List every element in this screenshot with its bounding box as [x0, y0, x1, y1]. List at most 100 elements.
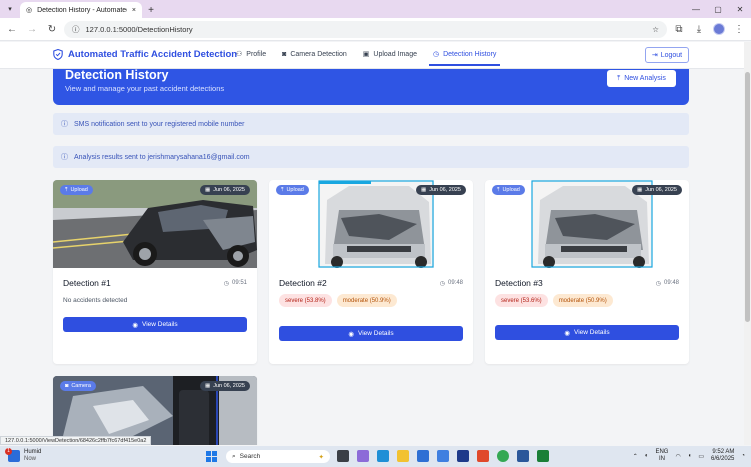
nav-detection-history[interactable]: ◷ Detection History [428, 50, 501, 66]
source-badge-label: Upload [286, 187, 304, 193]
taskbar-search[interactable]: ⌕ Search ✦ [226, 450, 330, 463]
weather-widget[interactable]: 1 Humid Now [5, 448, 41, 463]
source-badge: ◙ Camera [60, 381, 96, 391]
severity-tag-moderate: moderate (50.9%) [552, 294, 613, 307]
extensions-icon[interactable]: ⧉ [671, 21, 687, 37]
weather-time: Now [24, 456, 37, 462]
meet-now-icon[interactable]: ◐ [645, 453, 649, 459]
view-details-button[interactable]: ◉ View Details [495, 325, 679, 340]
card-header: Detection #1 ◷ 09:51 [53, 278, 257, 288]
minimize-icon[interactable]: — [685, 0, 707, 18]
severity-tags: severe (53.6%) moderate (50.9%) [485, 294, 689, 307]
browser-menu-icon[interactable]: ⋮ [731, 21, 747, 37]
pycharm-icon[interactable] [537, 450, 549, 462]
browser-tab[interactable]: ◎ Detection History - Automated × [20, 2, 142, 18]
source-badge: ⤒ Upload [276, 185, 309, 195]
detection-card-4: ◙ Camera ▦ Jun 06, 2025 [53, 376, 257, 445]
store-icon[interactable] [437, 450, 449, 462]
view-details-label: View Details [574, 329, 610, 336]
upload-icon: ⤒ [497, 186, 500, 193]
view-details-button[interactable]: ◉ View Details [279, 326, 463, 341]
app-icon[interactable] [457, 450, 469, 462]
copilot-icon[interactable] [357, 450, 369, 462]
severity-tag-severe: severe (53.8%) [279, 294, 332, 307]
brand[interactable]: Automated Traffic Accident Detection [53, 49, 237, 60]
source-badge-label: Upload [502, 187, 520, 193]
nav-camera-detection[interactable]: ◙ Camera Detection [282, 50, 347, 58]
detection-thumbnail[interactable]: ◙ Camera ▦ Jun 06, 2025 [53, 376, 257, 445]
detection-thumbnail[interactable]: ⤒ Upload ▦ Jun 06, 2025 [53, 180, 257, 268]
tab-menu-icon[interactable]: ▾ [0, 0, 20, 18]
task-view-icon[interactable] [337, 450, 349, 462]
file-explorer-icon[interactable] [397, 450, 409, 462]
edge-icon[interactable] [377, 450, 389, 462]
new-analysis-button[interactable]: ⤒ New Analysis [607, 70, 676, 87]
source-badge: ⤒ Upload [60, 185, 93, 195]
start-button[interactable] [206, 451, 217, 462]
region-code: IN [658, 456, 665, 462]
detection-thumbnail[interactable]: ⤒ Upload ▦ Jun 06, 2025 [485, 180, 689, 268]
tab-title: Detection History - Automated [37, 6, 127, 14]
notifications-icon[interactable]: ◔ [741, 453, 745, 459]
language-indicator[interactable]: ENG IN [655, 449, 668, 463]
card-header: Detection #3 ◷ 09:48 [485, 278, 689, 288]
email-notice: ⓘ Analysis results sent to jerishmarysah… [53, 146, 689, 168]
clock-icon: ◷ [439, 280, 445, 287]
upload-icon: ⤒ [65, 186, 68, 193]
nav-profile[interactable]: ⚇ Profile [236, 50, 266, 59]
windows-logo-tile [206, 451, 211, 456]
camera-icon: ◙ [282, 50, 287, 58]
download-icon[interactable]: ⤓ [691, 21, 707, 37]
card-header: Detection #2 ◷ 09:48 [269, 278, 473, 288]
new-tab-button[interactable]: + [142, 2, 160, 18]
back-button[interactable]: ← [4, 21, 20, 37]
eye-icon: ◉ [132, 321, 138, 329]
brave-icon[interactable] [477, 450, 489, 462]
scrollbar-thumb[interactable] [745, 72, 750, 322]
card-title: Detection #3 [495, 278, 543, 288]
forward-button[interactable]: → [24, 21, 40, 37]
logout-icon: ⇥ [651, 52, 658, 59]
detection-thumbnail[interactable]: ⤒ Upload ▦ Jun 06, 2025 [269, 180, 473, 268]
profile-avatar[interactable] [711, 21, 727, 37]
source-badge: ⤒ Upload [492, 185, 525, 195]
top-navbar: Automated Traffic Accident Detection ⚇ Pr… [0, 42, 744, 69]
windows-logo-tile [206, 457, 211, 462]
date-badge: ▦ Jun 06, 2025 [415, 185, 466, 195]
outlook-icon[interactable] [417, 450, 429, 462]
volume-icon[interactable]: ◖ [688, 453, 692, 459]
language-code: ENG [655, 449, 669, 455]
source-badge-label: Upload [70, 187, 88, 193]
upload-icon: ⤒ [281, 186, 284, 193]
logout-button[interactable]: ⇥ Logout [645, 47, 689, 63]
chrome-icon[interactable] [497, 450, 509, 462]
bookmark-star-icon[interactable]: ☆ [652, 25, 659, 34]
calendar-icon: ▦ [204, 383, 211, 389]
page-scrollbar[interactable] [744, 42, 751, 445]
word-icon[interactable] [517, 450, 529, 462]
close-tab-icon[interactable]: × [132, 7, 136, 14]
close-window-icon[interactable]: ✕ [729, 0, 751, 18]
chevron-up-icon[interactable]: ⌃ [633, 453, 638, 460]
clock[interactable]: 9:52 AM 6/6/2025 [711, 449, 734, 463]
nav-camera-label: Camera Detection [290, 50, 347, 58]
calendar-icon: ▦ [204, 187, 211, 193]
maximize-icon[interactable]: ▢ [707, 0, 729, 18]
eye-icon: ◉ [348, 330, 354, 338]
wifi-icon[interactable]: ◠ [675, 453, 680, 460]
eye-icon: ◉ [564, 329, 570, 337]
history-icon: ◷ [433, 51, 440, 58]
camera-icon: ◙ [65, 383, 69, 389]
site-info-icon[interactable]: ⓘ [72, 24, 80, 35]
info-icon: ⓘ [61, 121, 68, 128]
card-time-value: 09:48 [447, 280, 463, 286]
card-message: No accidents detected [63, 297, 128, 304]
calendar-icon: ▦ [420, 187, 427, 193]
date-badge-label: Jun 06, 2025 [429, 187, 461, 193]
view-details-button[interactable]: ◉ View Details [63, 317, 247, 332]
url-field[interactable]: ⓘ 127.0.0.1:5000/DetectionHistory ☆ [64, 20, 667, 38]
reload-button[interactable]: ↻ [44, 21, 60, 37]
nav-upload-image[interactable]: ▣ Upload Image [363, 50, 417, 59]
battery-icon[interactable]: ▭ [698, 453, 704, 460]
pinned-apps [337, 450, 549, 462]
